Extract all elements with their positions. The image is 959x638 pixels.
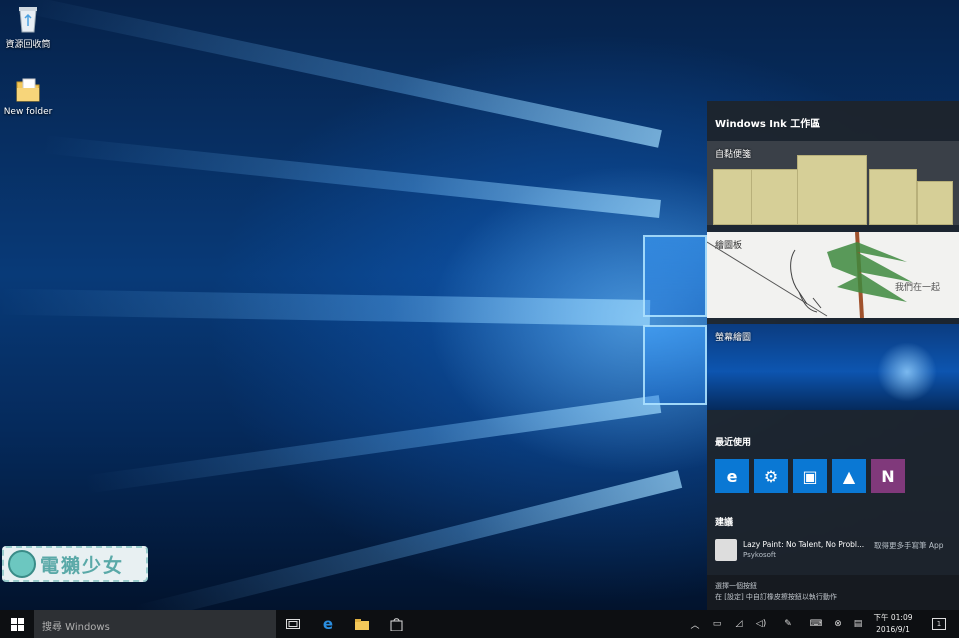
battery-icon[interactable]: ▭ [708,610,726,638]
desktop-icon-label: New folder [3,107,53,117]
edge-taskbar-icon[interactable]: e [314,610,342,638]
screen-sketch-card[interactable]: 螢幕繪圖 [707,324,959,410]
sticky-note-thumb [917,181,953,225]
recent-title: 最近使用 [715,438,752,448]
recycle-bin-icon [14,4,42,34]
suggested-app[interactable]: Lazy Paint: No Talent, No Probl... Psyko… [715,537,955,563]
photos-icon[interactable]: ▲ [832,459,866,493]
sketch-drawing: 我們在一起 [707,232,940,318]
wallpaper-beam [0,288,651,326]
clock-time: 下午 01:09 [873,613,913,622]
wallpaper-beam [12,0,662,148]
edge-icon[interactable]: e [715,459,749,493]
action-center-icon[interactable]: 1 [928,610,950,638]
screen-thumb-glow [877,342,937,402]
desktop-icon-label: 資源回收筒 [5,40,51,50]
folder-icon [14,74,42,104]
ink-panel-title: Windows Ink 工作區 [715,119,821,130]
taskbar: 搜尋 Windows e ︿ ▭ ◿ ◁) ✎ ⌨ ⊗ ▤ 下午 01:09 2… [0,610,959,638]
wallpaper-beam [84,395,662,494]
notification-count: 1 [932,618,946,630]
store-taskbar-icon[interactable] [382,610,410,638]
windows-ink-pen-icon[interactable]: ✎ [778,610,798,638]
wallpaper-window-pane [643,325,707,405]
wifi-icon[interactable]: ◿ [730,610,748,638]
wallpaper-window-pane [643,235,707,317]
sticky-notes-label: 自黏便箋 [715,150,752,160]
taskbar-search-box[interactable]: 搜尋 Windows [34,610,276,638]
footer-line1: 選擇一個按鈕 [715,582,757,590]
touch-keyboard-icon[interactable]: ⌨ [806,610,826,638]
sticky-notes-card[interactable]: 自黏便箋 [707,141,959,225]
suggested-app-name: Lazy Paint: No Talent, No Probl... [743,540,865,549]
sticky-note-thumb [869,169,917,225]
footer-line2: 在 [設定] 中自訂橡皮擦按鈕以執行動作 [715,593,837,601]
sketchpad-label: 繪圖板 [715,241,743,251]
desktop-icon-recycle-bin[interactable]: 資源回收筒 [0,4,56,50]
get-more-pen-apps-link[interactable]: 取得更多手寫筆 App [874,540,944,551]
chevron-up-icon[interactable]: ︿ [686,610,704,638]
taskbar-clock[interactable]: 下午 01:09 2016/9/1 [866,612,920,636]
settings-gear-icon[interactable]: ⚙ [754,459,788,493]
task-view-icon[interactable] [280,610,306,638]
wallpaper-beam [134,470,683,610]
start-button[interactable] [0,610,34,638]
watermark-text: 電獺少女 [40,554,125,577]
svg-text:我們在一起: 我們在一起 [895,281,940,293]
close-circle-icon[interactable]: ⊗ [829,610,847,638]
mascot-icon [8,550,36,578]
windows-logo-icon [10,617,24,631]
recent-apps: e ⚙ ▣ ▲ N [715,459,905,493]
wallpaper-beam [42,135,661,218]
windows-ink-workspace: Windows Ink 工作區 自黏便箋 繪圖板 我們在一起 螢幕繪圖 最近使用… [707,101,959,610]
screen-sketch-label: 螢幕繪圖 [715,333,752,343]
sketchpad-card[interactable]: 繪圖板 我們在一起 [707,232,959,318]
notes-tray-icon[interactable]: ▤ [850,610,866,638]
sticky-note-thumb [713,169,755,225]
sticky-note-thumb [797,155,867,225]
ink-footer-tip: 選擇一個按鈕 在 [設定] 中自訂橡皮擦按鈕以執行動作 [707,575,959,610]
sticky-note-thumb [751,169,799,225]
lazy-paint-app-icon [715,539,737,561]
onenote-icon[interactable]: N [871,459,905,493]
suggested-app-publisher: Psykosoft [743,551,776,559]
file-explorer-icon[interactable] [348,610,376,638]
clock-date: 2016/9/1 [876,625,910,634]
desktop-icon-new-folder[interactable]: New folder [0,74,56,117]
store-icon[interactable]: ▣ [793,459,827,493]
watermark-logo: 電獺少女 [2,546,148,582]
volume-icon[interactable]: ◁) [752,610,770,638]
suggest-title: 建議 [715,518,734,528]
